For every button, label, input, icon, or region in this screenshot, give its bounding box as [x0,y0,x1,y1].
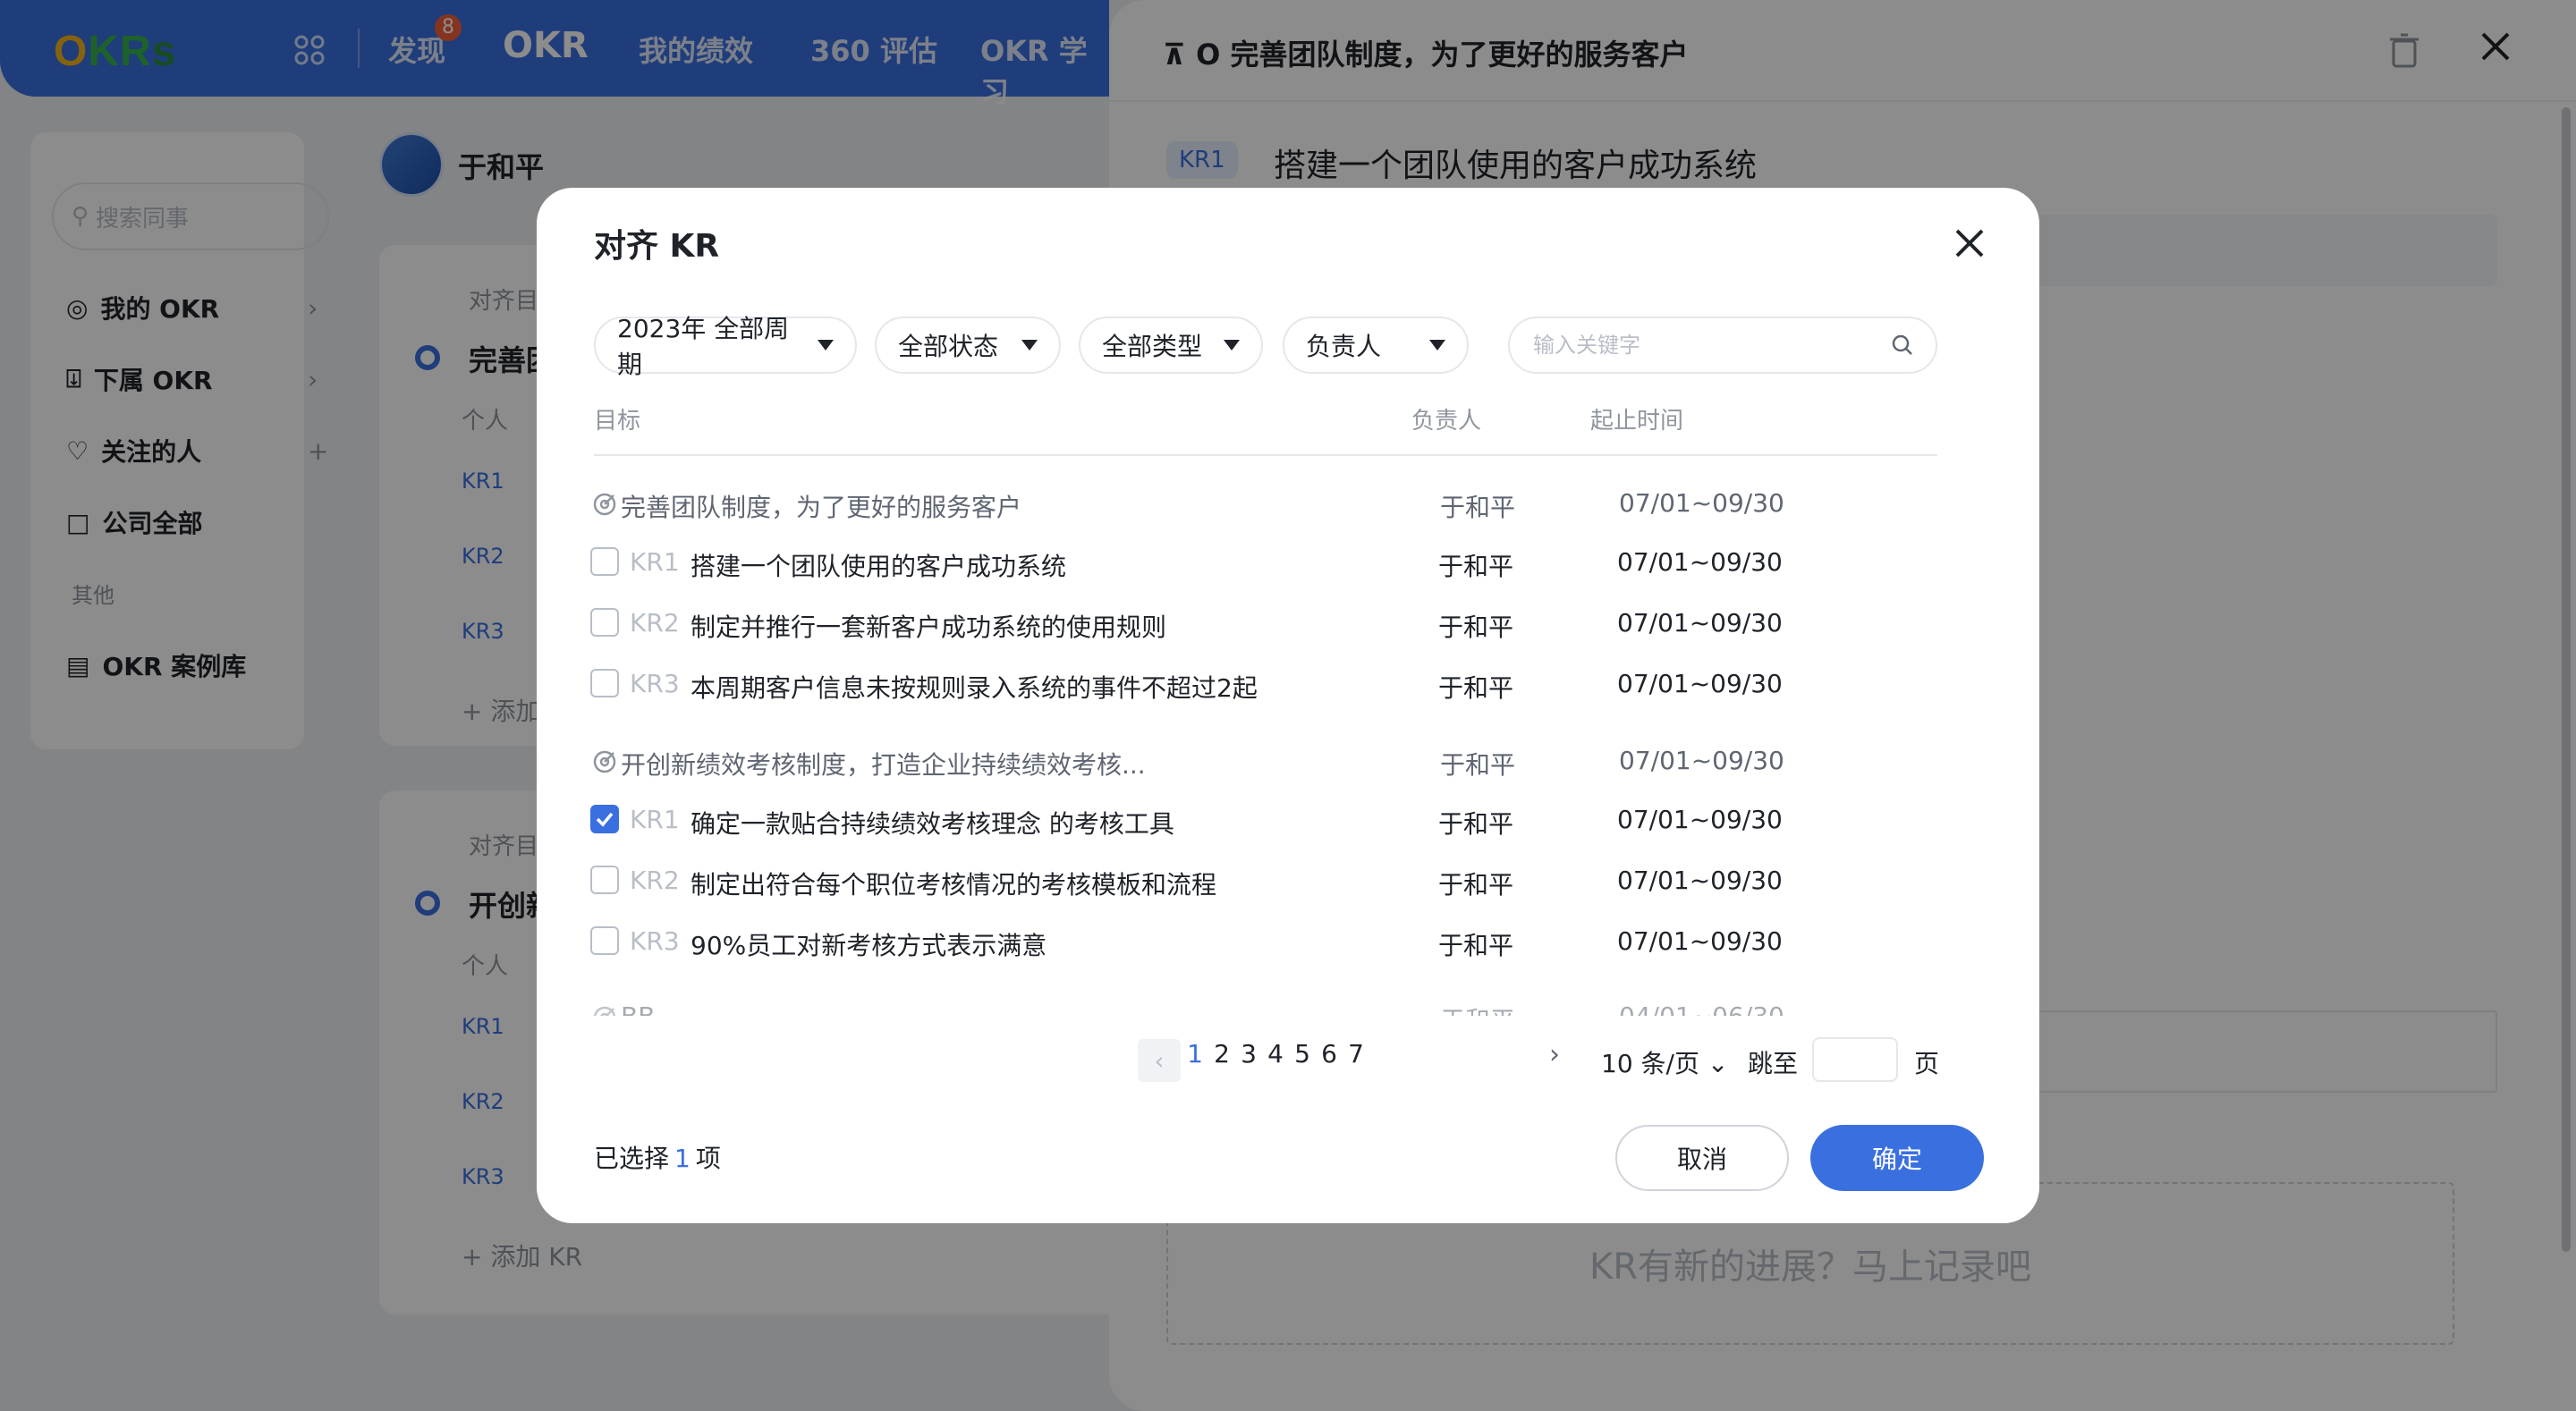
objective-row: 完善团队制度，为了更好的服务客户 于和平 07/01~09/30 [587,476,1937,533]
jump-unit: 页 [1914,1049,1940,1078]
kr-number: KR3 [630,669,680,698]
chevron-right-icon: › [1549,1039,1560,1070]
caret-down-icon [818,340,834,351]
kr-number: KR2 [630,608,680,638]
kr-row[interactable]: KR1 搭建一个团队使用的客户成功系统 于和平 07/01~09/30 [587,535,1937,592]
kr-title: 制定并推行一套新客户成功系统的使用规则 [691,613,1167,642]
selection-number: 1 [674,1144,691,1173]
type-filter[interactable]: 全部类型 [1079,317,1263,374]
kr-owner: 于和平 [1438,870,1514,900]
period-filter[interactable]: 2023年 全部周期 [594,314,857,379]
caret-down-icon [1021,340,1038,351]
objective-row: BB 于和平 04/01~06/30 [587,989,1937,1016]
selection-suffix: 项 [695,1144,721,1173]
kr-period: 07/01~09/30 [1617,805,1783,834]
period-filter-value: 2023年 全部周期 [617,314,790,379]
objective-title: 开创新绩效考核制度，打造企业持续绩效考核... [621,750,1146,780]
objective-owner: 于和平 [1440,1001,1515,1016]
kr-row[interactable]: KR3 90%员工对新考核方式表示满意 于和平 07/01~09/30 [587,914,1937,971]
type-filter-value: 全部类型 [1102,332,1203,361]
kr-checkbox[interactable] [590,866,619,894]
keyword-input[interactable] [1531,332,1891,359]
column-goal: 目标 [594,408,641,435]
goal-icon [593,493,616,516]
modal-title: 对齐 KR [594,228,720,265]
kr-row[interactable]: KR1 确定一款贴合持续绩效考核理念 的考核工具 于和平 07/01~09/30 [587,792,1937,849]
objective-title: BB [621,1001,655,1016]
kr-checkbox-checked[interactable] [590,805,619,833]
selection-count: 已选择 1 项 [594,1139,721,1175]
kr-number: KR1 [630,547,680,577]
kr-row[interactable]: KR2 制定出符合每个职位考核情况的考核模板和流程 于和平 07/01~09/3… [587,853,1937,910]
keyword-search[interactable] [1508,317,1937,374]
page-next-button[interactable]: › [1549,1039,1560,1070]
kr-checkbox[interactable] [590,926,619,955]
check-icon [596,812,614,827]
selection-prefix: 已选择 [594,1144,670,1173]
page-size-value: 10 条/页 [1601,1049,1699,1078]
kr-period: 07/01~09/30 [1617,866,1783,895]
kr-period: 07/01~09/30 [1617,669,1783,698]
objective-owner: 于和平 [1440,750,1516,780]
jump-page-input[interactable] [1812,1037,1898,1082]
header-divider [594,454,1937,456]
page-prev-button[interactable]: ‹ [1138,1039,1181,1082]
kr-owner: 于和平 [1438,931,1514,960]
kr-period: 07/01~09/30 [1617,926,1783,956]
kr-period: 07/01~09/30 [1617,547,1783,577]
chevron-down-icon: ⌄ [1707,1049,1729,1078]
goal-icon [593,750,616,773]
kr-owner: 于和平 [1438,673,1514,703]
kr-period: 07/01~09/30 [1617,608,1783,638]
kr-title: 制定出符合每个职位考核情况的考核模板和流程 [691,870,1217,900]
goal-icon [593,1006,616,1016]
kr-number: KR3 [630,926,680,956]
kr-owner: 于和平 [1438,552,1514,581]
kr-checkbox[interactable] [590,547,619,576]
status-filter[interactable]: 全部状态 [875,317,1061,374]
close-icon[interactable] [1950,224,1989,263]
page-7[interactable]: 7 [1338,1039,1374,1069]
kr-title: 本周期客户信息未按规则录入系统的事件不超过2起 [691,673,1258,703]
status-filter-value: 全部状态 [898,332,999,361]
kr-number: KR2 [630,866,680,895]
search-icon[interactable] [1891,334,1914,357]
kr-owner: 于和平 [1438,613,1514,642]
column-owner: 负责人 [1411,408,1482,435]
owner-filter-value: 负责人 [1306,332,1382,361]
kr-owner: 于和平 [1438,809,1514,839]
confirm-button[interactable]: 确定 [1810,1125,1984,1191]
objective-title: 完善团队制度，为了更好的服务客户 [621,493,1022,522]
page-size-select[interactable]: 10 条/页 ⌄ [1601,1044,1728,1080]
align-kr-modal: 对齐 KR 2023年 全部周期 全部状态 全部类型 负责人 目标 负责人 起止… [537,188,2039,1223]
objective-period: 07/01~09/30 [1619,746,1784,775]
kr-row[interactable]: KR2 制定并推行一套新客户成功系统的使用规则 于和平 07/01~09/30 [587,596,1937,653]
caret-down-icon [1429,340,1445,351]
kr-checkbox[interactable] [590,669,619,697]
objective-row: 开创新绩效考核制度，打造企业持续绩效考核... 于和平 07/01~09/30 [587,733,1937,790]
chevron-left-icon: ‹ [1154,1045,1165,1076]
objective-period: 07/01~09/30 [1619,488,1784,518]
jump-label: 跳至 [1748,1049,1799,1078]
kr-title: 确定一款贴合持续绩效考核理念 的考核工具 [691,809,1174,839]
kr-title: 搭建一个团队使用的客户成功系统 [691,552,1067,581]
cancel-button[interactable]: 取消 [1615,1125,1789,1191]
objective-owner: 于和平 [1440,493,1516,522]
kr-number: KR1 [630,805,680,834]
caret-down-icon [1224,340,1240,351]
kr-row[interactable]: KR3 本周期客户信息未按规则录入系统的事件不超过2起 于和平 07/01~09… [587,656,1937,714]
kr-title: 90%员工对新考核方式表示满意 [691,931,1047,960]
column-period: 起止时间 [1590,408,1684,435]
objective-period: 04/01~06/30 [1619,1001,1784,1016]
kr-checkbox[interactable] [590,608,619,637]
owner-filter[interactable]: 负责人 [1283,317,1469,374]
